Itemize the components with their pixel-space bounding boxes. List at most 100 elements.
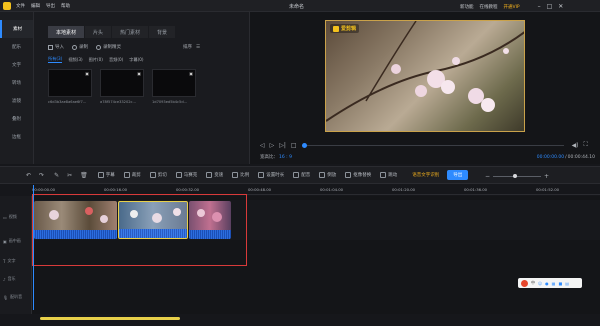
ratio-tool[interactable]: 比例: [232, 172, 249, 178]
ruler-tick: 00:00:00.00: [32, 187, 56, 192]
ime-keyboard-icon[interactable]: ▦: [552, 281, 556, 286]
ruler-tick: 00:00:16.00: [104, 187, 128, 192]
reverse-icon: [319, 172, 326, 178]
filter-audio[interactable]: 音频(0): [109, 57, 123, 63]
tab-local-media[interactable]: 本地素材: [48, 26, 85, 38]
minimize-icon[interactable]: –: [538, 3, 541, 10]
filter-all[interactable]: 所有(3): [48, 56, 63, 63]
import-button[interactable]: 导入: [55, 44, 64, 50]
media-thumbnail[interactable]: ▣: [152, 69, 196, 97]
export-button[interactable]: 导出: [447, 170, 469, 180]
rail-item-text[interactable]: 文字: [0, 56, 33, 74]
ratio-value[interactable]: 16 : 9: [279, 155, 292, 160]
rail-item-filter[interactable]: 滤镜: [0, 92, 33, 110]
microphone-icon: [293, 172, 300, 178]
speed-tool[interactable]: 变速: [206, 172, 223, 178]
rail-item-overlay[interactable]: 叠附: [0, 110, 33, 128]
rail-item-transition[interactable]: 转场: [0, 74, 33, 92]
record-icon[interactable]: [72, 44, 77, 50]
video-badge-icon: ▣: [137, 71, 141, 76]
speech-recognition-button[interactable]: 语音文字识别: [412, 172, 439, 178]
tab-popular[interactable]: 热门素材: [112, 26, 149, 38]
sort-button[interactable]: 排序: [183, 44, 192, 50]
rail-item-border[interactable]: 边框: [0, 128, 33, 146]
progress-track[interactable]: [301, 142, 564, 148]
ime-punctuation-icon[interactable]: 中: [531, 280, 535, 286]
zoom-out-icon[interactable]: −: [485, 173, 490, 180]
play-icon[interactable]: ▷: [270, 142, 275, 149]
fullscreen-icon[interactable]: ⛶: [584, 141, 588, 149]
media-thumbnail[interactable]: ▣: [100, 69, 144, 97]
playhead[interactable]: [33, 185, 34, 310]
mosaic-tool[interactable]: 马赛克: [175, 172, 197, 178]
timeline-tracks[interactable]: [32, 185, 600, 314]
menu-file[interactable]: 文件: [16, 3, 25, 9]
progress-handle[interactable]: [301, 142, 307, 148]
new-features-link[interactable]: 新功能: [460, 4, 474, 10]
chroma-icon: [345, 172, 352, 178]
zoom-slider[interactable]: [493, 174, 542, 178]
screen-record-button[interactable]: 录制精灵: [103, 44, 121, 50]
import-icon[interactable]: [48, 44, 53, 50]
zoom-handle[interactable]: [513, 174, 518, 178]
vip-link[interactable]: 开通VIP: [504, 4, 520, 10]
menu-export[interactable]: 导出: [46, 3, 55, 9]
pen-icon[interactable]: ✎: [54, 172, 59, 179]
reverse-tool[interactable]: 倒放: [319, 172, 336, 178]
media-thumbnail[interactable]: ▣: [48, 69, 92, 97]
voiceover-tool[interactable]: 配音: [293, 172, 310, 178]
speed-icon: [206, 172, 213, 178]
redo-icon[interactable]: ↷: [39, 172, 44, 179]
ime-logo-icon: [521, 279, 528, 287]
volume-icon[interactable]: ◀): [572, 142, 579, 149]
timeline-scrollbar[interactable]: [40, 317, 180, 320]
tutorial-link[interactable]: 在线教程: [480, 4, 498, 10]
menu-help[interactable]: 帮助: [61, 3, 70, 9]
undo-icon[interactable]: ↶: [26, 172, 31, 179]
next-frame-icon[interactable]: ▷|: [279, 142, 286, 149]
video-badge-icon: ▣: [85, 71, 89, 76]
film-icon: ▭: [3, 214, 7, 220]
zoom-in-icon[interactable]: +: [544, 173, 549, 180]
rail-item-media[interactable]: 素材: [0, 20, 33, 38]
media-item[interactable]: ▣ c6d3b3ae8a6ae6f7...: [48, 69, 94, 104]
list-view-icon[interactable]: ☰: [196, 45, 200, 50]
media-item[interactable]: ▣ 1d7093ed5b4c5d...: [152, 69, 198, 104]
media-filename: c6d3b3ae8a6ae6f7...: [48, 100, 87, 104]
jump-tool[interactable]: 跳动: [380, 172, 397, 178]
ime-toolbar[interactable]: 中 ☺ ● ▦ ■ ▤: [518, 278, 582, 288]
ime-emoji-icon[interactable]: ☺: [538, 281, 542, 286]
track-label-video: ▭ 视频: [3, 214, 17, 220]
media-item[interactable]: ▣ a78f574ce33202c...: [100, 69, 146, 104]
filter-subtitle[interactable]: 字幕(0): [129, 57, 143, 63]
ruler-tick: 00:00:48.00: [248, 187, 272, 192]
zoom-control: − +: [485, 173, 549, 180]
trash-icon[interactable]: 🗑: [80, 172, 88, 179]
tab-background[interactable]: 背景: [149, 26, 176, 38]
rail-item-music[interactable]: 配乐: [0, 38, 33, 56]
crop-tool[interactable]: 裁剪: [123, 172, 141, 178]
ime-mic-icon[interactable]: ●: [545, 281, 549, 286]
ime-menu-icon[interactable]: ▤: [565, 281, 569, 286]
record-button[interactable]: 录制: [79, 44, 88, 50]
close-icon[interactable]: ✕: [558, 3, 563, 10]
subtitle-tool[interactable]: 字幕: [97, 172, 115, 178]
undo-redo: ↶ ↷ ✎ ✂ 🗑: [26, 172, 98, 179]
ime-skin-icon[interactable]: ■: [558, 281, 562, 286]
duration-tool[interactable]: 设置时长: [258, 172, 284, 178]
chroma-tool[interactable]: 抠像替换: [345, 172, 371, 178]
menu-edit[interactable]: 编辑: [31, 3, 40, 9]
screen-record-icon[interactable]: [96, 44, 101, 50]
scissors-icon[interactable]: ✂: [67, 172, 72, 179]
previous-frame-icon[interactable]: ◁: [260, 142, 265, 149]
filter-image[interactable]: 图片(0): [89, 57, 103, 63]
left-rail: 素材 配乐 文字 转场 滤镜 叠附 边框: [0, 12, 34, 164]
stop-icon[interactable]: □: [291, 142, 297, 149]
maximize-icon[interactable]: □: [547, 3, 553, 10]
media-tabs: 本地素材 片头 热门素材 背景: [48, 26, 249, 38]
playback-controls: ◁ ▷ ▷| □ ◀) ⛶: [260, 141, 595, 149]
filter-video[interactable]: 视频(3): [68, 57, 82, 63]
tab-intro[interactable]: 片头: [85, 26, 112, 38]
cut-tool[interactable]: 剪切: [149, 172, 167, 178]
media-filename: a78f574ce33202c...: [100, 100, 136, 104]
